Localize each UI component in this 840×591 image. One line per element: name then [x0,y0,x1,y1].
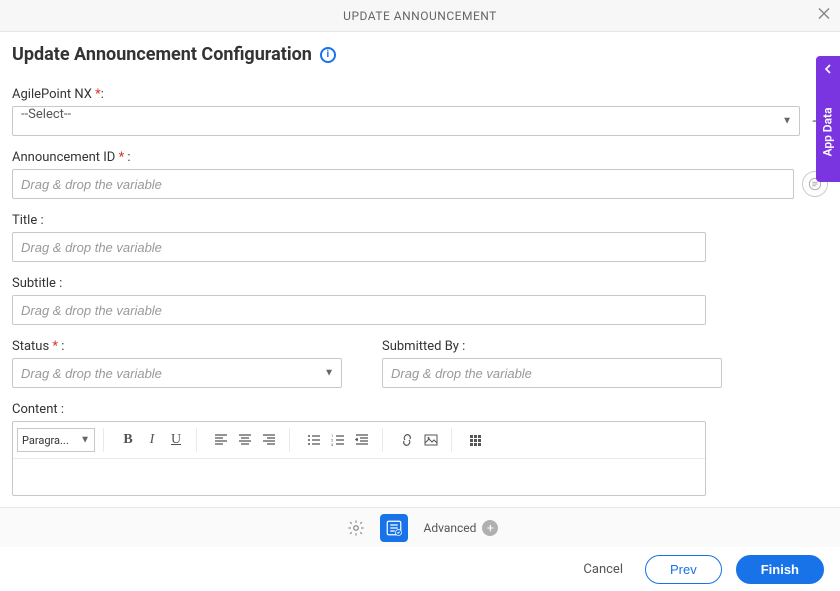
underline-icon[interactable]: U [164,428,188,452]
bold-icon[interactable]: B [116,428,140,452]
link-icon[interactable] [395,428,419,452]
align-right-icon[interactable] [257,428,281,452]
field-content: Content : Paragra... ▼ B I U [12,402,706,496]
settings-icon[interactable] [342,514,370,542]
field-submitted-by: Submitted By : [382,339,722,388]
modal-title: UPDATE ANNOUNCEMENT [343,9,497,23]
label-status: Status * : [12,339,342,354]
close-icon[interactable] [816,5,832,26]
bottom-toolbar: Advanced + [0,507,840,547]
input-submitted-by[interactable] [382,358,722,388]
label-submitted-by: Submitted By : [382,339,722,354]
page-title-row: Update Announcement Configuration i [12,44,828,65]
outdent-icon[interactable] [350,428,374,452]
input-announcement-id[interactable] [12,169,794,199]
table-icon[interactable] [464,428,488,452]
rich-editor: Paragra... ▼ B I U 123 [12,421,706,496]
label-content: Content : [12,402,706,417]
info-icon[interactable]: i [320,47,336,63]
select-agilepoint[interactable]: --Select-- ▼ [12,106,800,136]
row-status-submitted: Status * : ▼ Submitted By : [12,339,828,402]
image-icon[interactable] [419,428,443,452]
advanced-label: Advanced [424,521,477,535]
label-agilepoint: AgilePoint NX *: [12,87,828,102]
chevron-down-icon: ▼ [80,435,90,446]
field-agilepoint: AgilePoint NX *: --Select-- ▼ [12,87,828,136]
modal-header: UPDATE ANNOUNCEMENT [0,0,840,32]
label-title: Title : [12,213,828,228]
bullet-list-icon[interactable] [302,428,326,452]
editor-textarea[interactable] [13,459,705,495]
field-title: Title : [12,213,828,262]
number-list-icon[interactable]: 123 [326,428,350,452]
label-announcement-id: Announcement ID * : [12,150,828,165]
select-status[interactable]: ▼ [12,358,342,388]
advanced-toggle[interactable]: Advanced + [424,520,499,536]
prev-button[interactable]: Prev [645,555,722,584]
footer: Cancel Prev Finish [0,547,840,591]
align-center-icon[interactable] [233,428,257,452]
svg-text:3: 3 [331,442,333,447]
editor-toolbar: Paragra... ▼ B I U 123 [13,422,705,459]
cancel-button[interactable]: Cancel [575,556,631,583]
label-subtitle: Subtitle : [12,276,828,291]
plus-circle-icon: + [482,520,498,536]
form-scroll[interactable]: Update Announcement Configuration i Agil… [0,32,840,506]
field-announcement-id: Announcement ID * : [12,150,828,199]
select-agilepoint-input[interactable]: --Select-- [12,106,800,136]
side-panel-label: App Data [821,107,835,156]
input-title[interactable] [12,232,706,262]
configure-icon[interactable] [380,514,408,542]
side-expand-button[interactable] [816,56,840,82]
finish-button[interactable]: Finish [736,555,824,584]
italic-icon[interactable]: I [140,428,164,452]
format-dropdown[interactable]: Paragra... ▼ [17,428,95,452]
side-panel-app-data[interactable]: App Data [816,82,840,182]
input-subtitle[interactable] [12,295,706,325]
input-status[interactable] [12,358,342,388]
page-title: Update Announcement Configuration [12,44,312,65]
field-status: Status * : ▼ [12,339,342,388]
field-subtitle: Subtitle : [12,276,828,325]
align-left-icon[interactable] [209,428,233,452]
